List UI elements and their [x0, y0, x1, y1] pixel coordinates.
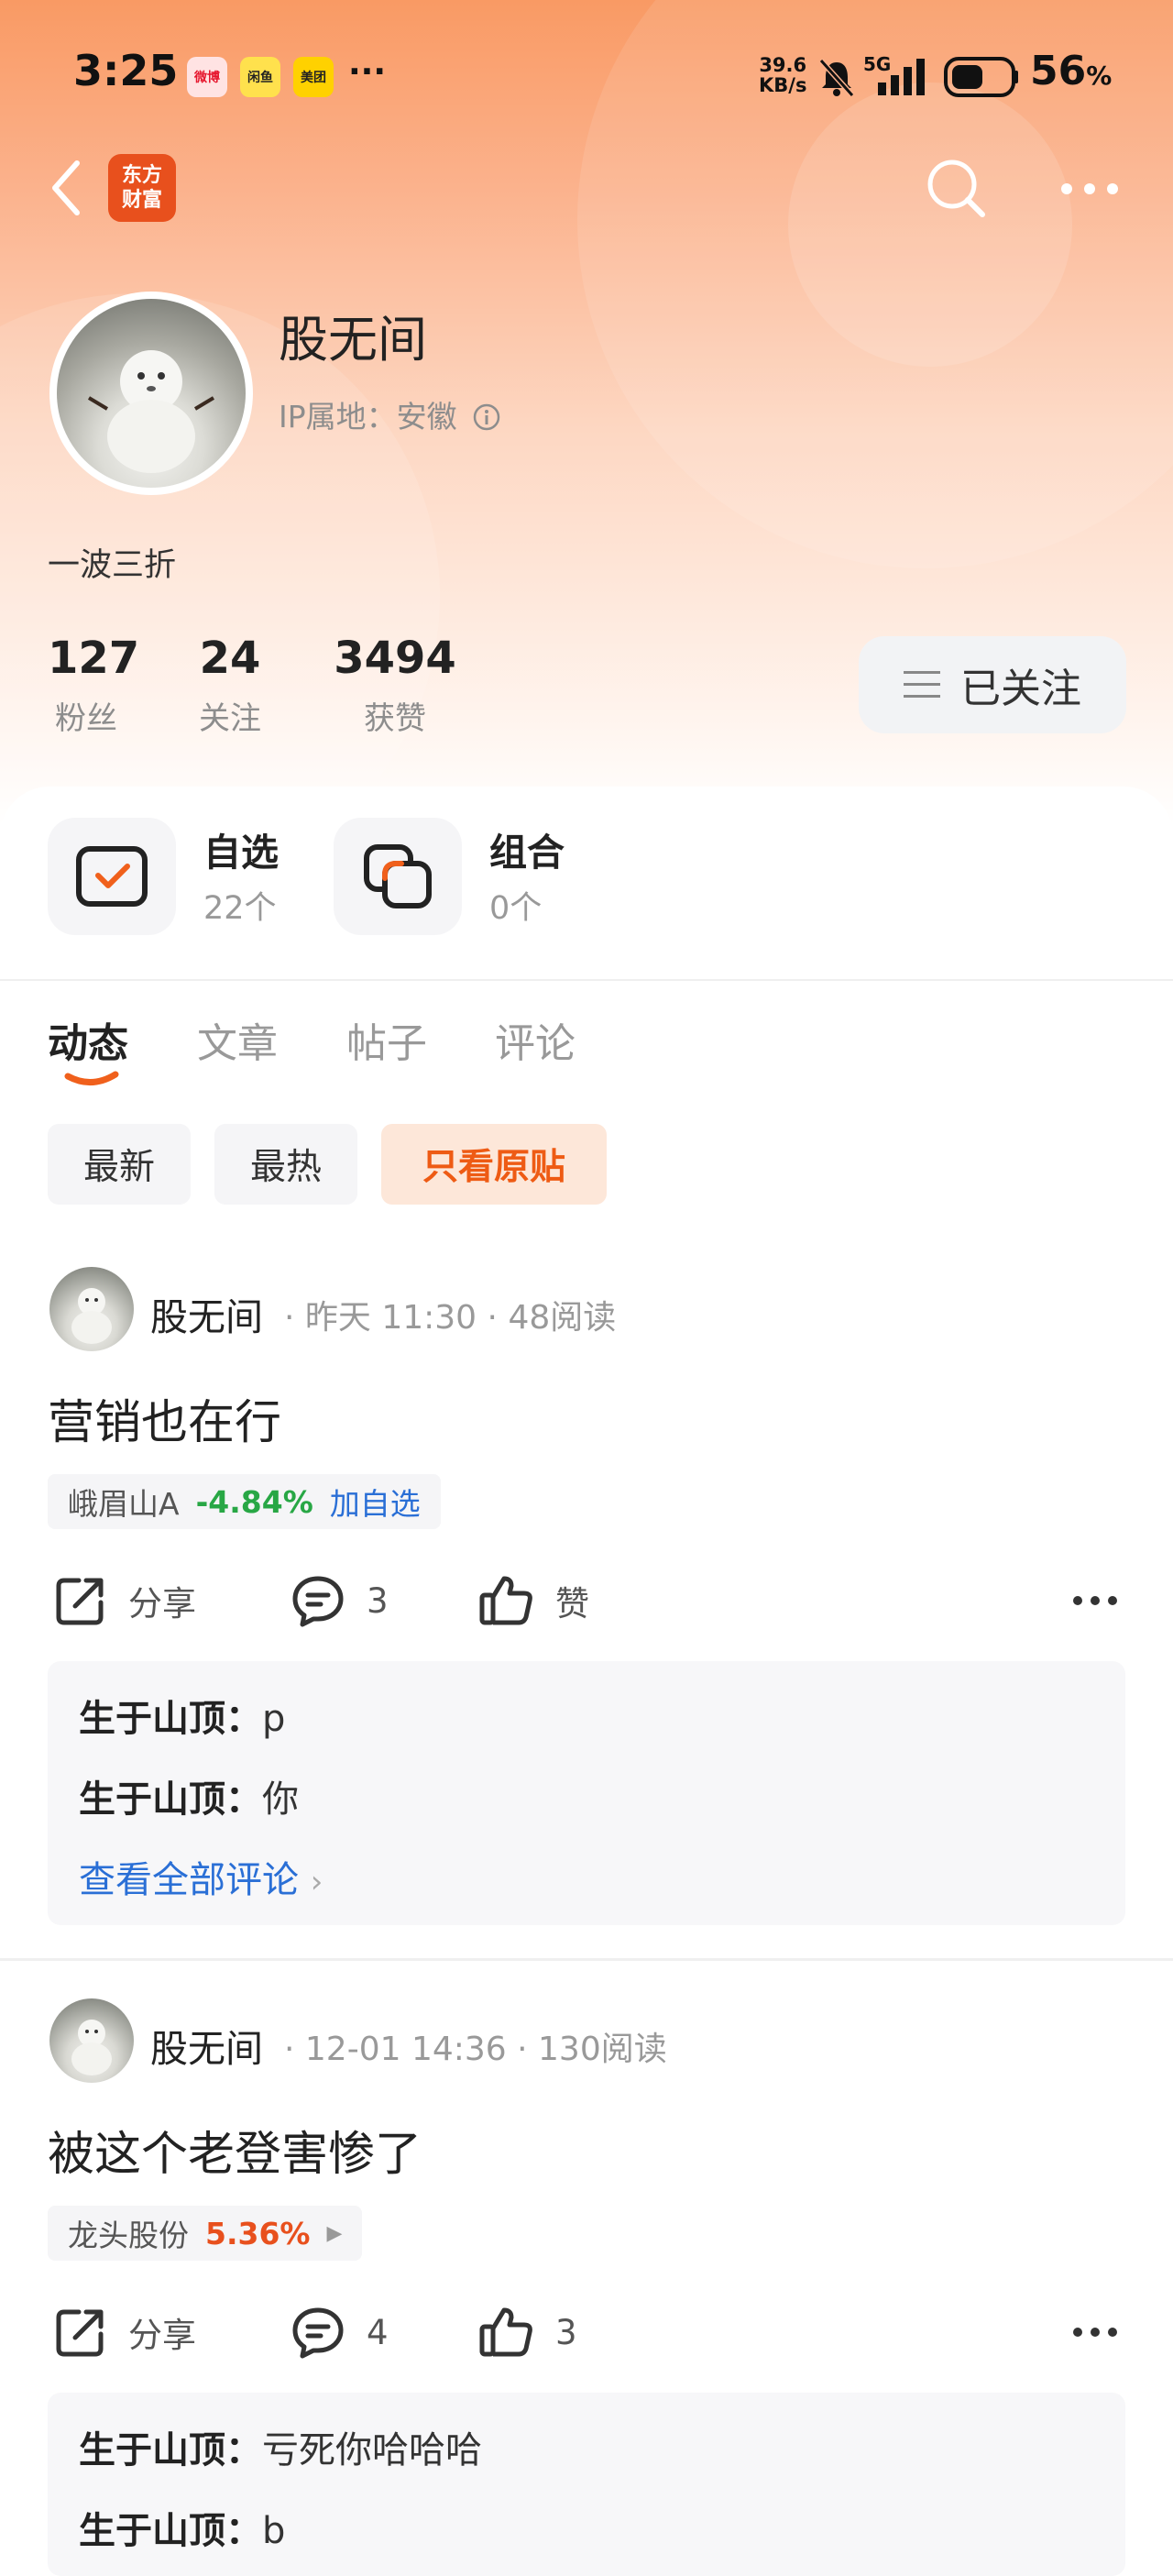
watchlist-icon — [76, 846, 148, 907]
chevron-right-icon: › — [310, 1864, 323, 1900]
play-arrow-icon: ▶ — [326, 2221, 343, 2245]
thumbs-up-icon — [479, 1576, 532, 1625]
battery-level: 56% — [1030, 48, 1113, 94]
notification-more-icon: ··· — [348, 53, 387, 91]
comment-item: 生于山顶：p — [79, 1698, 286, 1740]
post-author-avatar[interactable] — [49, 1267, 134, 1351]
stock-name: 峨眉山A — [68, 1486, 180, 1522]
info-icon[interactable] — [472, 402, 501, 432]
likes-label: 获赞 — [364, 700, 426, 737]
xianyu-icon: 闲鱼 — [240, 57, 280, 97]
meituan-icon: 美团 — [293, 57, 334, 97]
back-icon[interactable] — [48, 158, 84, 218]
following-label[interactable]: 关注 — [189, 693, 271, 738]
portfolio-entry[interactable] — [334, 818, 462, 935]
stock-change: 5.36% — [205, 2215, 311, 2251]
comment-button[interactable]: 4 — [290, 2305, 389, 2360]
search-icon[interactable] — [924, 156, 990, 222]
stock-tag[interactable]: 龙头股份 5.36% ▶ — [48, 2206, 363, 2261]
followed-button[interactable]: 已关注 — [859, 636, 1126, 733]
header-decoration — [788, 83, 1072, 367]
filter-latest[interactable]: 最新 — [48, 1124, 191, 1205]
post-meta: · 12-01 14:36 · 130阅读 — [284, 2031, 667, 2068]
share-icon — [56, 1578, 104, 1625]
view-all-comments-link[interactable]: 查看全部评论 › — [79, 1850, 323, 1903]
tab-active-indicator — [64, 1071, 119, 1085]
battery-icon — [944, 57, 1018, 97]
watchlist-entry[interactable] — [48, 818, 176, 935]
fans-label[interactable]: 粉丝 — [48, 693, 125, 738]
comment-icon — [292, 2307, 344, 2359]
divider — [0, 979, 1173, 981]
like-button[interactable]: 3 — [478, 2305, 577, 2360]
tab-posts[interactable]: 帖子 — [346, 1010, 427, 1069]
mute-bell-icon — [818, 58, 855, 97]
comment-item: 生于山顶：b — [79, 2510, 286, 2552]
menu-lines-icon — [904, 671, 940, 698]
comment-preview[interactable]: 生于山顶：p 生于山顶：你 查看全部评论 › — [48, 1661, 1125, 1925]
post-author-avatar[interactable] — [49, 1998, 134, 2083]
filter-original-only[interactable]: 只看原贴 — [381, 1124, 607, 1205]
profile-bio: 一波三折 — [48, 547, 177, 584]
add-watchlist-link[interactable]: 加自选 — [330, 1480, 421, 1524]
post-divider — [0, 1958, 1173, 1961]
following-count[interactable]: 24 — [189, 633, 271, 684]
post-title[interactable]: 营销也在行 — [48, 1384, 281, 1452]
weibo-icon: 微博 — [187, 57, 227, 97]
share-button[interactable]: 分享 — [53, 2305, 196, 2360]
likes-count: 3494 — [334, 633, 456, 684]
avatar-image — [57, 299, 246, 488]
filter-hottest[interactable]: 最热 — [214, 1124, 357, 1205]
watchlist-count: 22个 — [203, 890, 277, 927]
fans-count[interactable]: 127 — [48, 633, 139, 684]
portfolio-icon — [364, 844, 432, 908]
more-options-icon[interactable] — [1059, 180, 1120, 198]
comment-button[interactable]: 3 — [290, 1573, 389, 1628]
tab-comments[interactable]: 评论 — [495, 1010, 576, 1069]
post-title[interactable]: 被这个老登害惨了 — [48, 2116, 422, 2184]
stock-tag[interactable]: 峨眉山A -4.84% 加自选 — [48, 1474, 441, 1529]
status-time: 3:25 — [73, 46, 179, 95]
stock-name: 龙头股份 — [68, 2218, 189, 2253]
profile-avatar[interactable] — [49, 292, 253, 495]
watchlist-title[interactable]: 自选 — [203, 821, 279, 876]
comment-icon — [292, 1576, 344, 1627]
post-author-name[interactable]: 股无间 — [150, 2018, 263, 2073]
like-button[interactable]: 赞 — [478, 1573, 589, 1628]
signal-icon — [878, 59, 925, 95]
eastmoney-logo: 东方 财富 — [108, 154, 176, 222]
share-button[interactable]: 分享 — [53, 1573, 196, 1628]
post-meta: · 昨天 11:30 · 48阅读 — [284, 1299, 617, 1337]
portfolio-count: 0个 — [489, 890, 543, 927]
network-speed: 39.6 KB/s — [759, 54, 807, 96]
ip-location: IP属地：安徽 — [279, 392, 501, 436]
profile-name: 股无间 — [279, 311, 427, 369]
comment-item: 生于山顶：你 — [79, 1778, 299, 1821]
post-more-icon[interactable] — [1072, 1593, 1118, 1608]
tab-dynamics[interactable]: 动态 — [48, 1010, 128, 1069]
post-more-icon[interactable] — [1072, 2325, 1118, 2339]
post-author-name[interactable]: 股无间 — [150, 1286, 263, 1341]
stock-change: -4.84% — [195, 1483, 313, 1520]
share-icon — [56, 2309, 104, 2357]
portfolio-title[interactable]: 组合 — [489, 821, 565, 876]
thumbs-up-icon — [479, 2307, 532, 2357]
comment-item: 生于山顶：亏死你哈哈哈 — [79, 2429, 482, 2471]
tab-articles[interactable]: 文章 — [197, 1010, 278, 1069]
comment-preview[interactable]: 生于山顶：亏死你哈哈哈 生于山顶：b — [48, 2393, 1125, 2576]
